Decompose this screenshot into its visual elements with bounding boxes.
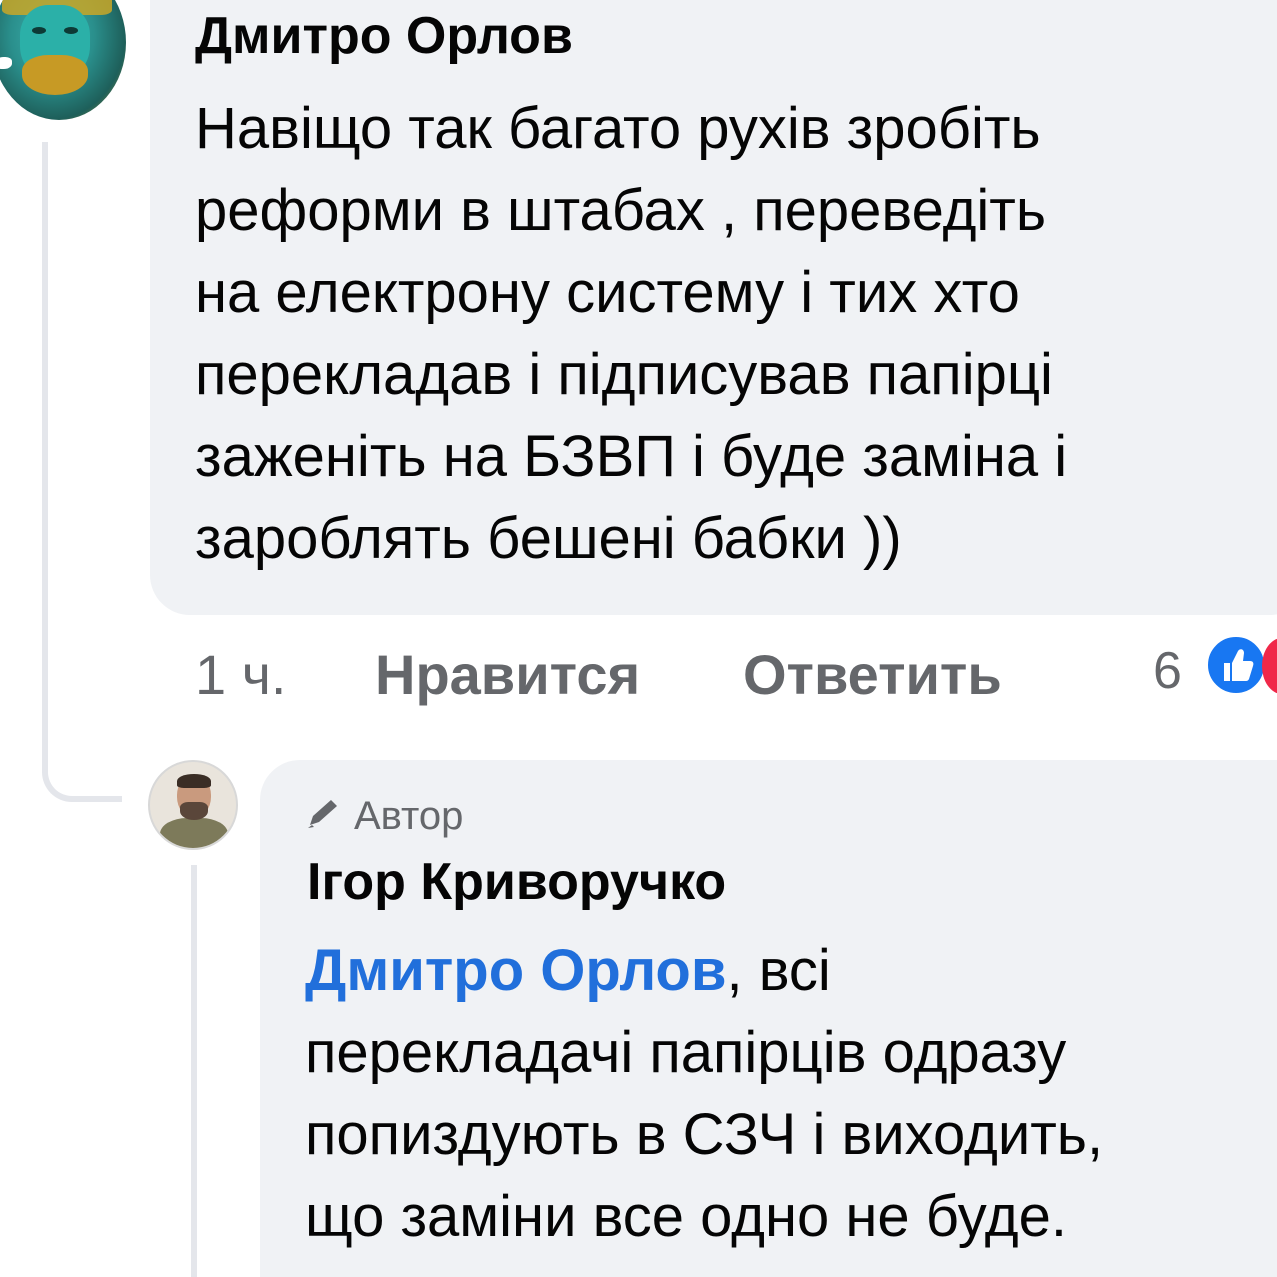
comment-text-line: перекладав і підписував папірці xyxy=(195,342,1053,407)
comment-text-line: зароблять бешені бабки )) xyxy=(195,506,902,571)
avatar-eye-shape xyxy=(32,27,46,34)
comment-thread: Дмитро Орлов Навіщо так багато рухів зро… xyxy=(0,0,1277,1277)
comment-text-line: Навіщо так багато рухів зробіть xyxy=(195,96,1041,161)
reply-text-line: що заміни все одно не буде. xyxy=(305,1184,1067,1249)
comment-timestamp[interactable]: 1 ч. xyxy=(195,640,286,710)
avatar-hair-shape xyxy=(177,774,211,788)
thread-connector-line xyxy=(42,142,122,802)
author-badge: Автор xyxy=(304,790,463,844)
reply-avatar[interactable] xyxy=(148,760,238,850)
reply-text: Дмитро Орлов, всі перекладачі папірців о… xyxy=(305,930,1277,1258)
comment-author-name[interactable]: Дмитро Орлов xyxy=(195,6,573,66)
mention-link[interactable]: Дмитро Орлов xyxy=(305,938,727,1003)
like-button[interactable]: Нравится xyxy=(375,640,640,710)
reply-text-line: попиздують в СЗЧ і виходить, xyxy=(305,1102,1104,1167)
comment-text-line: заженіть на БЗВП і буде заміна і xyxy=(195,424,1068,489)
avatar-beard-shape xyxy=(22,55,88,95)
avatar-beard-shape xyxy=(180,802,208,820)
reply-thread-line xyxy=(191,865,197,1277)
comment-text: Навіщо так багато рухів зробіть реформи … xyxy=(195,88,1270,580)
avatar[interactable] xyxy=(0,0,126,120)
reaction-count[interactable]: 6 xyxy=(1153,636,1182,706)
reply-author-name[interactable]: Ігор Криворучко xyxy=(307,852,726,912)
reply-text-first-line: Дмитро Орлов, всі xyxy=(305,930,1277,1012)
pencil-icon xyxy=(304,792,344,844)
like-icon[interactable] xyxy=(1204,633,1268,697)
reply-button[interactable]: Ответить xyxy=(743,640,1002,710)
reply-text-line: , всі xyxy=(726,938,831,1003)
reply-text-line: перекладачі папірців одразу xyxy=(305,1020,1067,1085)
comment-text-line: на електрону систему і тих хто xyxy=(195,260,1020,325)
avatar-eye-shape xyxy=(64,27,78,34)
avatar-uniform-shape xyxy=(160,818,228,848)
comment-text-line: реформи в штабах , переведіть xyxy=(195,178,1047,243)
dove-icon xyxy=(0,57,12,69)
heart-icon[interactable] xyxy=(1262,638,1277,694)
author-badge-label: Автор xyxy=(354,794,464,838)
